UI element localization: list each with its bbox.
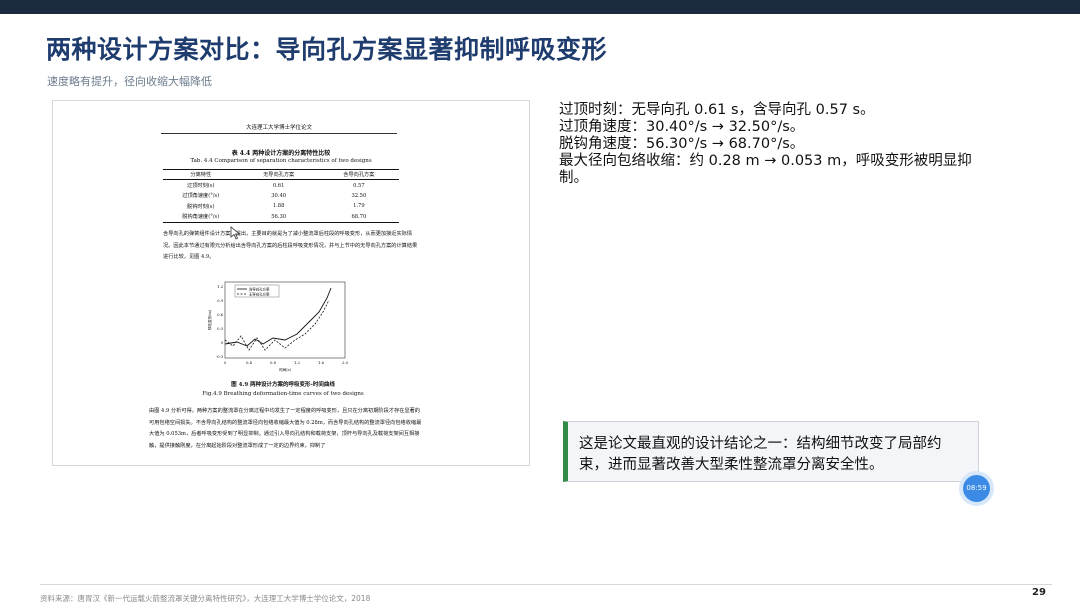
y-tick: 0 (221, 341, 224, 345)
key-point: 最大径向包络收缩：约 0.28 m → 0.053 m，呼吸变形被明显抑制。 (559, 153, 972, 186)
x-tick: 1.2 (294, 361, 300, 365)
table-cell: 32.50 (351, 192, 367, 199)
table-row: 过顶时刻(s) 0.61 0.57 (163, 180, 399, 191)
key-points: 过顶时刻：无导向孔 0.61 s，含导向孔 0.57 s。 过顶角速度：30.4… (559, 102, 991, 187)
table-cell: 56.30 (271, 213, 287, 220)
table-header: 含导向孔方案 (318, 169, 399, 181)
table-row: 过顶角速度(°/s) 30.40 32.50 (163, 191, 399, 201)
table-header: 分离特性 (163, 169, 239, 181)
x-tick: 0.8 (270, 361, 276, 365)
footer-divider (40, 584, 1052, 585)
y-tick: -0.3 (216, 355, 224, 359)
source-citation: 资料来源：唐胃汉《新一代运载火箭整流罩关键分离特性研究》，大连理工大学博士学位论… (40, 594, 371, 603)
table-cell: 过顶角速度(°/s) (182, 193, 220, 200)
timer-badge[interactable]: 08:59 (963, 475, 990, 502)
table-cell: 1.88 (272, 203, 285, 210)
table-cell: 0.57 (353, 182, 365, 189)
table-cell: 30.40 (271, 192, 287, 199)
thesis-paragraph: 含导向孔的弹簧组件设计方案的提出，主要目的就是为了减小整流罩后柱段的呼吸变形，从… (163, 231, 418, 260)
breathing-deformation-graph: 含导向孔方案 无导向孔方案 1.2 0.9 0.6 0.3 0 -0.3 0 0… (207, 281, 349, 372)
table-cell: 68.70 (351, 213, 367, 220)
key-point: 过顶时刻：无导向孔 0.61 s，含导向孔 0.57 s。 (559, 102, 875, 118)
y-tick: 0.3 (217, 327, 223, 331)
legend-item: 无导向孔方案 (249, 292, 270, 297)
x-tick: 2.0 (342, 361, 348, 365)
y-tick: 0.9 (217, 299, 223, 303)
y-axis-label: 呼吸变形(m) (207, 309, 212, 330)
conclusion-text: 这是论文最直观的设计结论之一：结构细节改变了局部约束，进而显著改善大型柔性整流罩… (579, 436, 942, 473)
x-tick: 1.6 (318, 361, 324, 365)
table-cell: 1.79 (353, 203, 365, 210)
slide-subtitle: 速度略有提升，径向收缩大幅降低 (47, 75, 212, 88)
y-tick: 0.6 (217, 313, 223, 317)
table-row: 脱钩时刻(s) 1.88 1.79 (163, 201, 399, 211)
table-cell: 0.61 (272, 182, 285, 189)
legend-box: 含导向孔方案 无导向孔方案 (234, 284, 280, 298)
table-caption-en: Tab. 4.4 Comparison of separation charac… (190, 158, 372, 164)
table-cell: 脱钩时刻(s) (187, 203, 215, 210)
table-caption-cn: 表 4.4 两种设计方案的分离特性比较 (231, 150, 331, 157)
legend-item: 含导向孔方案 (249, 287, 270, 292)
x-tick: 0.4 (246, 361, 252, 365)
thesis-header: 大连理工大学博士学位论文 (161, 123, 397, 134)
without-guide-hole-curve (224, 299, 330, 351)
figure-caption-en: Fig.4.9 Breathing deformation-time curve… (202, 391, 364, 397)
x-axis-label: 时间(s) (279, 367, 291, 372)
figure-caption-cn: 图 4.9 两种设计方案的呼吸变形-时间曲线 (231, 382, 335, 388)
comparison-table: 分离特性 无导向孔方案 含导向孔方案 过顶时刻(s) 0.61 0.57 过顶角… (163, 169, 399, 223)
slide-title: 两种设计方案对比：导向孔方案显著抑制呼吸变形 (46, 35, 608, 64)
top-bar (0, 0, 1080, 14)
table-header: 无导向孔方案 (238, 169, 319, 181)
page-number: 29 (1032, 587, 1046, 598)
x-tick: 0 (224, 361, 227, 365)
key-point: 过顶角速度：30.40°/s → 32.50°/s。 (559, 119, 805, 135)
table-cell: 脱钩角速度(°/s) (182, 214, 220, 221)
thesis-page-image: 大连理工大学博士学位论文 表 4.4 两种设计方案的分离特性比较 Tab. 4.… (52, 100, 530, 466)
table-cell: 过顶时刻(s) (187, 183, 215, 190)
table-row: 脱钩角速度(°/s) 56.30 68.70 (163, 212, 399, 223)
conclusion-callout: 这是论文最直观的设计结论之一：结构细节改变了局部约束，进而显著改善大型柔性整流罩… (563, 421, 979, 482)
key-point: 脱钩角速度：56.30°/s → 68.70°/s。 (559, 136, 805, 152)
thesis-paragraph: 由图 4.9 分析可得，两种方案的整流罩在分离过程中均发生了一定程度的呼吸变形，… (149, 408, 422, 449)
y-tick: 1.2 (217, 285, 223, 289)
mouse-cursor-icon (230, 226, 241, 240)
